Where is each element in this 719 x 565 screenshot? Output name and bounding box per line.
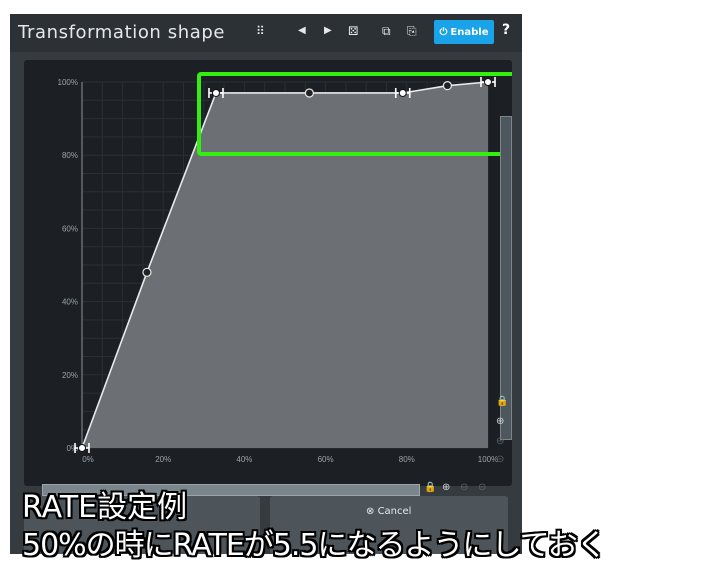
y-tick-label: 20% (62, 371, 78, 380)
x-tick-label: 0% (82, 455, 94, 464)
paste-icon[interactable]: ⎘ (407, 24, 417, 38)
h-zoom-in-icon[interactable]: ⊕ (442, 482, 450, 493)
curve-node (442, 81, 452, 91)
enable-label: Enable (450, 26, 489, 38)
curve-node (398, 88, 407, 97)
curve-node (484, 78, 492, 86)
x-tick-label: 40% (236, 455, 252, 464)
curve-node (78, 444, 86, 452)
x-tick-label: 60% (318, 455, 334, 464)
shape-graph[interactable]: 100%80%60%40%20%0%0% 20% 40% 60% 80% 100% (24, 60, 512, 486)
x-tick-label: 20% (155, 455, 171, 464)
copy-icon[interactable]: ⧉ (382, 24, 391, 38)
graph-panel: 100% 80% 60% 40% 20% 0% 0% 20% 40% 60% 80% 100% 🔒 ⊕… (24, 60, 512, 496)
window-title: Transformation shape (18, 22, 226, 43)
next-icon[interactable]: ▶ (324, 24, 332, 38)
transformation-shape-window: Transformation shape ⠿ ◀ ▶ ⚄ ⧉ ⎘ ⏻ Enabl… (10, 14, 522, 554)
title-bar: Transformation shape ⠿ ◀ ▶ ⚄ ⧉ ⎘ ⏻ Enabl… (10, 14, 522, 52)
prev-icon[interactable]: ◀ (298, 24, 306, 38)
power-icon: ⏻ (439, 26, 448, 38)
help-button[interactable]: ? (502, 22, 510, 38)
cancel-icon: ⊗ (366, 506, 378, 517)
cancel-label: Cancel (377, 506, 412, 517)
h-zoom-reset-icon[interactable]: ⊝ (478, 482, 486, 493)
curve-node (142, 267, 152, 277)
top-edge (10, 0, 522, 14)
vertical-scrollbar[interactable] (500, 116, 512, 440)
zoom-in-icon[interactable]: ⊕ (496, 416, 504, 427)
grid-icon[interactable]: ⠿ (256, 24, 265, 38)
y-tick-label: 80% (62, 151, 78, 160)
zoom-out-icon[interactable]: ⊖ (496, 436, 504, 447)
y-tick-label: 40% (62, 298, 78, 307)
curve-node (211, 88, 220, 97)
h-zoom-out-icon[interactable]: ⊖ (460, 482, 468, 493)
zoom-reset-icon[interactable]: ⊝ (496, 454, 504, 465)
h-lock-icon[interactable]: 🔒 (424, 482, 436, 493)
caption-note: 50%の時にRATEが5.5になるようにしておく (22, 528, 607, 563)
x-tick-label: 80% (399, 455, 415, 464)
y-tick-label: 100% (58, 78, 78, 87)
curve-node (304, 88, 314, 98)
lock-icon[interactable]: 🔒 (496, 396, 508, 407)
y-tick-label: 60% (62, 224, 78, 233)
enable-button[interactable]: ⏻ Enable (434, 20, 494, 44)
random-icon[interactable]: ⚄ (348, 24, 358, 38)
